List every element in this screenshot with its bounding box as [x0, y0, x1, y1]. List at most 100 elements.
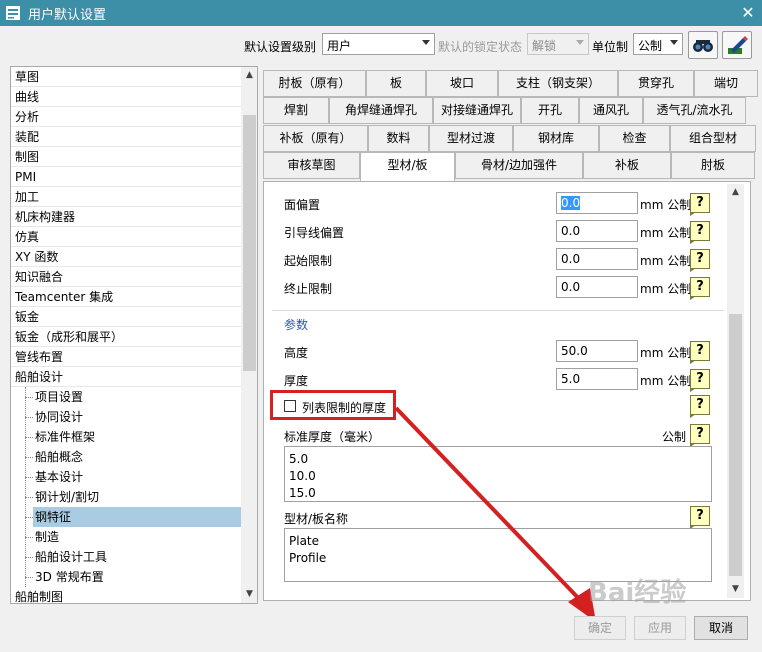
tab[interactable]: 通风孔 — [579, 97, 643, 124]
tree-item[interactable]: 加工 — [11, 187, 241, 207]
tab[interactable]: 板 — [366, 70, 426, 97]
tree-item[interactable]: 曲线 — [11, 87, 241, 107]
input-value: 0.0 — [561, 224, 581, 238]
list-item[interactable]: 10.0 — [289, 468, 707, 485]
tab[interactable]: 角焊缝通焊孔 — [329, 97, 433, 124]
tree-connector — [25, 577, 33, 578]
tree-child-item[interactable]: 船舶设计工具 — [33, 547, 243, 567]
help-icon[interactable]: ? — [690, 193, 710, 216]
help-icon[interactable]: ? — [690, 249, 710, 272]
tree-item[interactable]: 钣金（成形和展平） — [11, 327, 241, 347]
input-value: 5.0 — [561, 372, 581, 386]
numeric-input[interactable]: 0.0 — [556, 220, 638, 242]
tab[interactable]: 钢材库 — [513, 125, 599, 152]
tab[interactable]: 端切 — [694, 70, 758, 97]
tab[interactable]: 补板 — [583, 152, 671, 179]
unit-system-value: 公制 — [638, 39, 663, 53]
help-icon[interactable]: ? — [690, 341, 710, 364]
tree-connector — [25, 437, 33, 438]
tab[interactable]: 型材过渡 — [429, 125, 513, 152]
list-item[interactable]: 5.0 — [289, 451, 707, 468]
help-icon[interactable]: ? — [690, 277, 710, 300]
help-icon[interactable]: ? — [690, 369, 710, 392]
tree-item[interactable]: 船舶设计 — [11, 367, 241, 387]
numeric-input[interactable]: 50.0 — [556, 340, 638, 362]
help-icon[interactable]: ? — [690, 221, 710, 244]
ok-button[interactable]: 确定 — [574, 616, 626, 640]
tree-item[interactable]: 制图 — [11, 147, 241, 167]
tab[interactable]: 审核草图 — [263, 152, 360, 179]
help-icon[interactable]: ? — [690, 424, 710, 447]
tree-item[interactable]: 草图 — [11, 67, 241, 87]
find-setting-button[interactable] — [688, 31, 718, 59]
numeric-input[interactable]: 0.0 — [556, 192, 638, 214]
help-icon[interactable]: ? — [690, 506, 710, 529]
edit-settings-button[interactable] — [722, 31, 752, 59]
numeric-input[interactable]: 5.0 — [556, 368, 638, 390]
tree-child-item[interactable]: 标准件框架 — [33, 427, 243, 447]
scroll-up-icon[interactable]: ▲ — [727, 184, 744, 201]
unit-label: mm 公制 — [640, 254, 692, 268]
tree-child-item[interactable]: 协同设计 — [33, 407, 243, 427]
tree-scroll-thumb[interactable] — [243, 115, 256, 371]
standard-thickness-list[interactable]: 5.0 10.0 15.0 — [284, 446, 712, 502]
tab[interactable]: 透气孔/流水孔 — [643, 97, 746, 124]
lock-state-select[interactable]: 解锁 — [527, 33, 589, 55]
tree-item[interactable]: 分析 — [11, 107, 241, 127]
tree-child-item[interactable]: 钢计划/割切 — [33, 487, 243, 507]
top-toolbar: 默认设置级别 用户 默认的锁定状态 解锁 单位制 公制 — [0, 26, 762, 66]
tree-item[interactable]: 装配 — [11, 127, 241, 147]
default-level-select[interactable]: 用户 — [322, 33, 435, 55]
scroll-down-icon[interactable]: ▼ — [727, 581, 744, 598]
tab[interactable]: 支柱（钢支架） — [498, 70, 618, 97]
tree-child-item[interactable]: 3D 常规布置 — [33, 567, 243, 587]
tab[interactable]: 数料 — [368, 125, 429, 152]
tree-item[interactable]: XY 函数 — [11, 247, 241, 267]
tree-item[interactable]: 管线布置 — [11, 347, 241, 367]
numeric-input[interactable]: 0.0 — [556, 248, 638, 270]
tree-item[interactable]: 船舶制图 — [11, 587, 241, 603]
panel-scroll-thumb[interactable] — [729, 314, 742, 576]
tree-child-item[interactable]: 钢特征 — [33, 507, 243, 527]
tab[interactable]: 焊割 — [263, 97, 329, 124]
tab[interactable]: 对接缝通焊孔 — [433, 97, 521, 124]
tree-scrollbar[interactable]: ▲ ▼ — [241, 67, 257, 603]
list-item[interactable]: 15.0 — [289, 485, 707, 502]
unit-label: mm 公制 — [640, 282, 692, 296]
apply-button[interactable]: 应用 — [634, 616, 686, 640]
tree-item[interactable]: 知识融合 — [11, 267, 241, 287]
unit-system-select[interactable]: 公制 — [633, 33, 683, 55]
category-tree[interactable]: 草图 曲线 分析 装配 制图 PMI 加工 机床构建器 仿真 XY 函数 知识融合 Teamcente… — [10, 66, 258, 604]
tree-item[interactable]: Teamcenter 集成 — [11, 287, 241, 307]
help-icon[interactable]: ? — [690, 395, 710, 418]
tree-child-item[interactable]: 基本设计 — [33, 467, 243, 487]
cancel-button[interactable]: 取消 — [694, 616, 748, 640]
tree-item[interactable]: PMI — [11, 167, 241, 187]
tab[interactable]: 开孔 — [521, 97, 579, 124]
tree-child-item[interactable]: 项目设置 — [33, 387, 243, 407]
tree-item[interactable]: 仿真 — [11, 227, 241, 247]
list-item[interactable]: Profile — [289, 550, 707, 567]
tree-item[interactable]: 机床构建器 — [11, 207, 241, 227]
tab[interactable]: 肘板 — [671, 152, 755, 179]
panel-scrollbar[interactable]: ▲ ▼ — [727, 184, 744, 598]
tab[interactable]: 组合型材 — [670, 125, 756, 152]
tree-child-item[interactable]: 制造 — [33, 527, 243, 547]
tab[interactable]: 肘板（原有） — [263, 70, 366, 97]
scroll-down-icon[interactable]: ▼ — [241, 586, 257, 603]
profile-plate-name-label: 型材/板名称 — [284, 512, 349, 526]
scroll-up-icon[interactable]: ▲ — [241, 67, 257, 84]
list-item[interactable]: Plate — [289, 533, 707, 550]
numeric-input[interactable]: 0.0 — [556, 276, 638, 298]
tab[interactable]: 骨材/边加强件 — [455, 152, 583, 179]
tab[interactable]: 补板（原有） — [263, 125, 368, 152]
input-value: 0.0 — [561, 280, 581, 294]
watermark: Bai经验 — [588, 578, 687, 608]
tab[interactable]: 贯穿孔 — [618, 70, 694, 97]
tree-child-item[interactable]: 船舶概念 — [33, 447, 243, 467]
close-window-button[interactable]: ✕ — [734, 0, 762, 26]
tree-item[interactable]: 钣金 — [11, 307, 241, 327]
tab[interactable]: 坡口 — [426, 70, 498, 97]
tab[interactable]: 检查 — [599, 125, 670, 152]
tab[interactable]: 型材/板 — [360, 152, 455, 182]
